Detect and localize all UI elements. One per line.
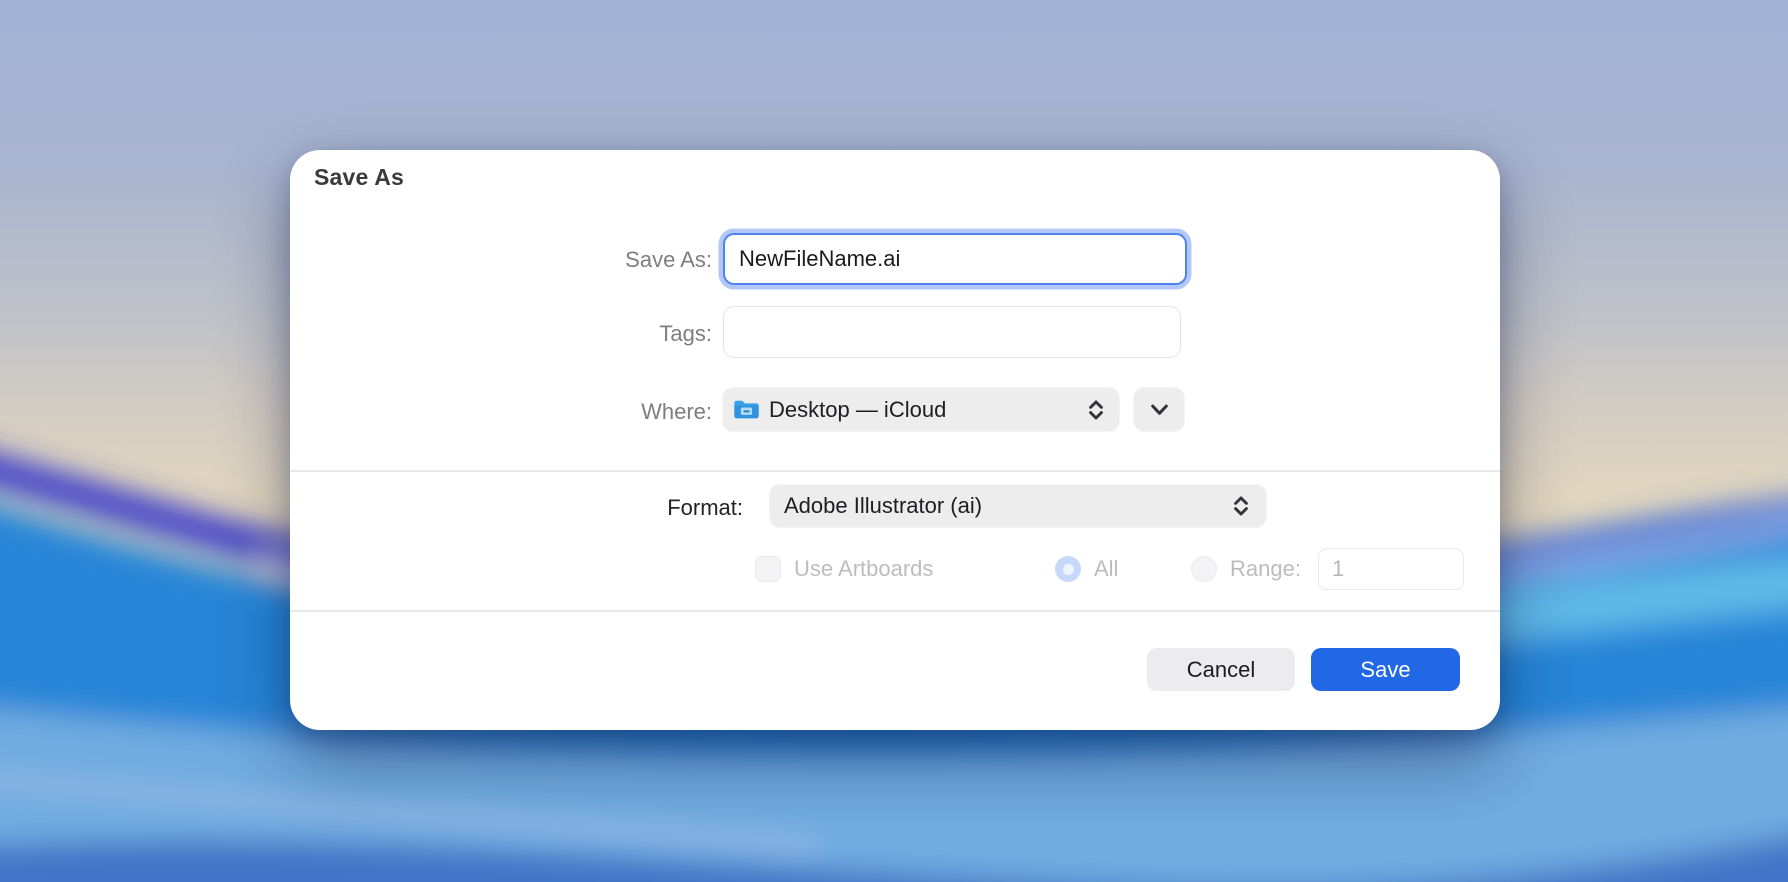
desktop: Save As Save As: Tags: Where: Desktop — … xyxy=(0,0,1788,882)
desktop-folder-icon xyxy=(733,398,760,421)
dialog-title: Save As xyxy=(314,164,404,191)
expand-dialog-button[interactable] xyxy=(1134,388,1184,431)
updown-chevron-icon xyxy=(1083,397,1109,423)
all-radio[interactable] xyxy=(1055,556,1081,582)
range-input[interactable] xyxy=(1318,548,1464,590)
tags-label: Tags: xyxy=(290,321,712,347)
cancel-button[interactable]: Cancel xyxy=(1147,648,1295,691)
tags-input[interactable] xyxy=(723,306,1181,358)
range-option: Range: xyxy=(1191,547,1464,591)
use-artboards-option: Use Artboards xyxy=(755,547,933,591)
range-label: Range: xyxy=(1230,556,1301,582)
all-label: All xyxy=(1094,556,1118,582)
where-value: Desktop — iCloud xyxy=(769,397,946,423)
range-radio[interactable] xyxy=(1191,556,1217,582)
divider xyxy=(290,470,1500,472)
divider xyxy=(290,610,1500,612)
filename-input[interactable] xyxy=(723,233,1187,285)
all-option: All xyxy=(1055,547,1118,591)
format-popup[interactable]: Adobe Illustrator (ai) xyxy=(770,485,1266,527)
save-as-dialog: Save As Save As: Tags: Where: Desktop — … xyxy=(290,150,1500,730)
format-label: Format: xyxy=(290,495,743,521)
save-as-label: Save As: xyxy=(290,247,712,273)
save-button[interactable]: Save xyxy=(1311,648,1460,691)
format-value: Adobe Illustrator (ai) xyxy=(784,493,982,519)
where-label: Where: xyxy=(290,399,712,425)
use-artboards-checkbox[interactable] xyxy=(755,556,781,582)
use-artboards-label: Use Artboards xyxy=(794,556,933,582)
chevron-down-icon xyxy=(1146,396,1173,423)
where-popup[interactable]: Desktop — iCloud xyxy=(723,388,1119,431)
updown-chevron-icon xyxy=(1228,493,1254,519)
